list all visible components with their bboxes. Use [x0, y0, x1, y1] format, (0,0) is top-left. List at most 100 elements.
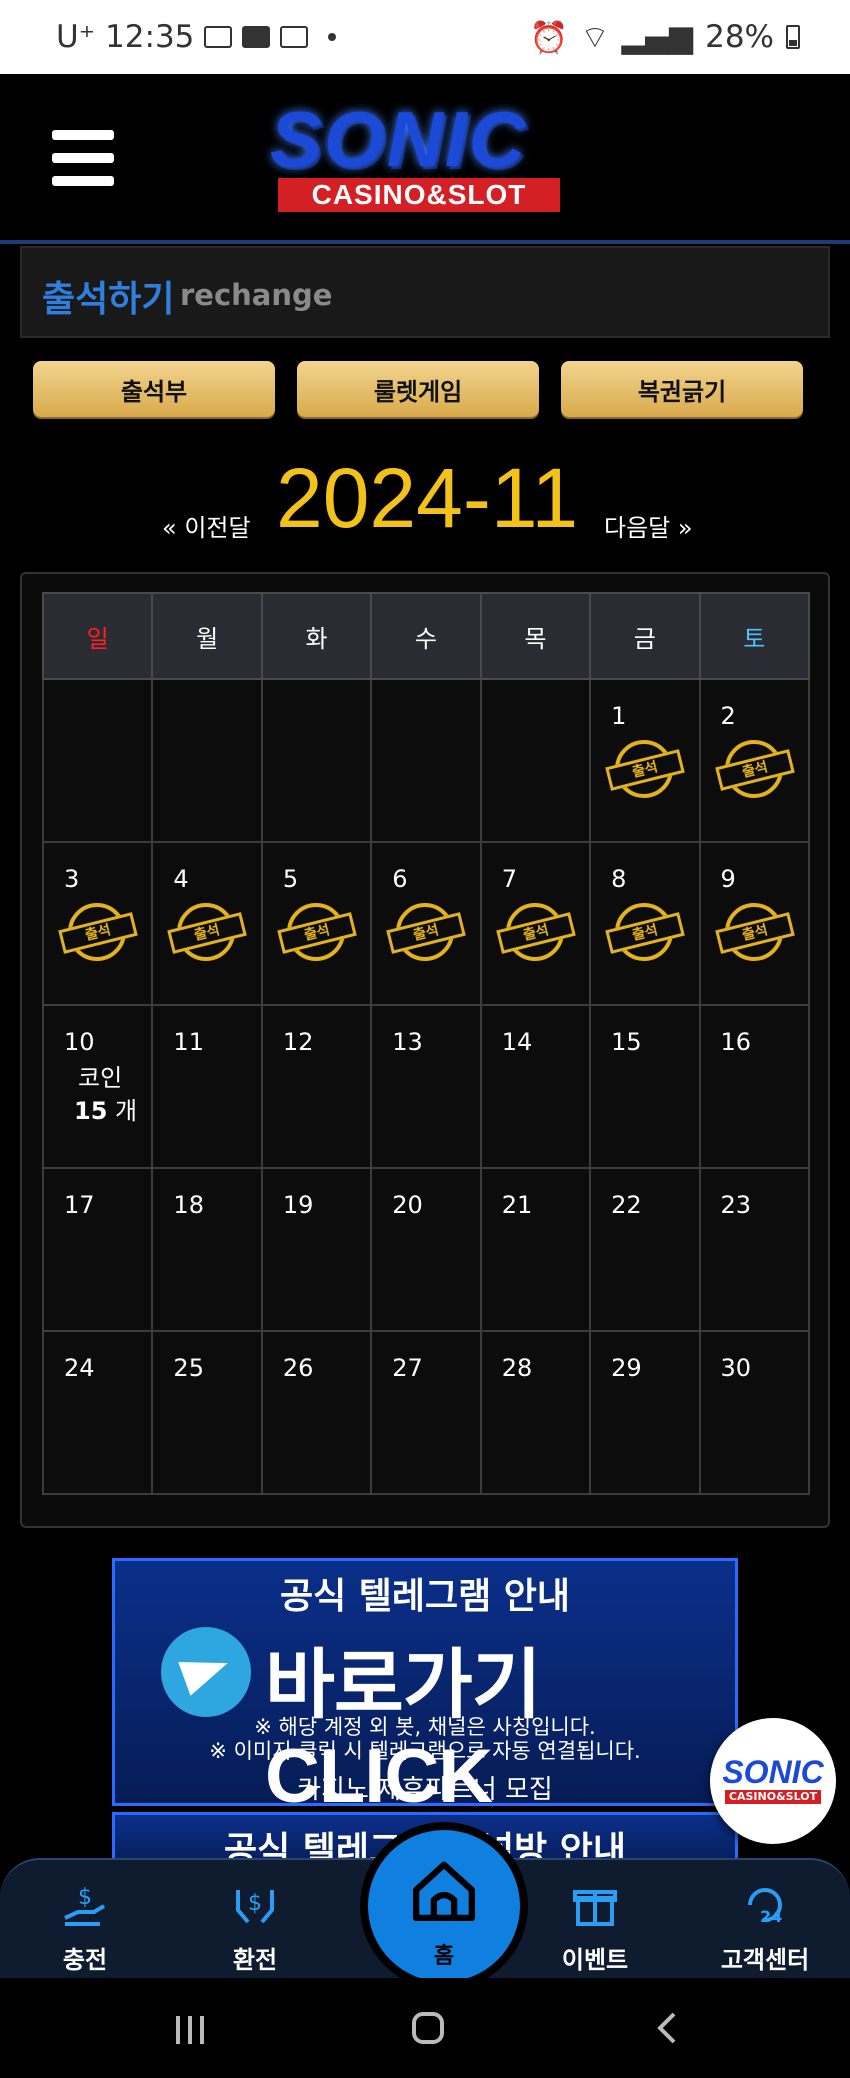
calendar-empty-cell	[479, 678, 592, 843]
calendar-day[interactable]: 1 출석	[589, 678, 701, 843]
tab-scratch-lottery[interactable]: 복권긁기	[561, 361, 803, 417]
tab-roulette[interactable]: 룰렛게임	[297, 361, 539, 417]
float-logo-sub: CASINO&SLOT	[725, 1790, 821, 1804]
attendance-stamp-icon: 출석	[714, 740, 795, 800]
telegram-banner[interactable]: 공식 텔레그램 안내 바로가기 CLICK ※ 해당 계정 외 봇, 채널은 사…	[112, 1558, 738, 1819]
calendar-empty-cell	[260, 678, 373, 843]
calendar-day[interactable]: 12	[260, 1004, 373, 1169]
nav-event[interactable]: 이벤트	[530, 1860, 660, 1980]
day-number: 17	[64, 1191, 95, 1219]
day-number: 6	[392, 865, 408, 893]
calendar-day[interactable]: 5 출석	[260, 841, 373, 1006]
next-month-link[interactable]: 다음달 »	[604, 508, 693, 543]
attendance-calendar: 일월화수목금토 1 출석 2 출석 3 출석 4 출석 5 출석 6 출석 7 출석 8 출석 9 출석 10 코인 1…	[41, 592, 811, 1495]
calendar-day[interactable]: 29	[589, 1330, 701, 1495]
carrier-label: U⁺	[56, 19, 96, 55]
more-notifications-dot	[328, 33, 337, 41]
day-number: 24	[64, 1354, 95, 1382]
calendar-day[interactable]: 13	[370, 1004, 482, 1169]
calendar-empty-cell	[151, 678, 263, 843]
day-number: 18	[173, 1191, 204, 1219]
weekday-2: 화	[260, 592, 373, 680]
calendar-day[interactable]: 6 출석	[370, 841, 482, 1006]
tab-attendance[interactable]: 출석부	[33, 361, 275, 417]
gift-icon	[573, 1890, 617, 1926]
attendance-stamp-icon: 출석	[58, 903, 138, 963]
page-title-bar: 출석하기 rechange	[20, 246, 830, 338]
calendar-day[interactable]: 25	[151, 1330, 263, 1495]
battery-percent: 28%	[705, 19, 774, 55]
menu-icon[interactable]	[52, 130, 114, 186]
calendar-day[interactable]: 19	[260, 1167, 373, 1332]
nav-deposit[interactable]: $ 충전	[20, 1860, 150, 1980]
calendar-day[interactable]: 3 출석	[41, 841, 154, 1006]
day-number: 22	[611, 1191, 642, 1219]
calendar-day[interactable]: 14	[479, 1004, 592, 1169]
attendance-stamp-icon: 출석	[605, 903, 685, 963]
calendar-day[interactable]: 9 출석	[698, 841, 811, 1006]
calendar-day[interactable]: 16	[698, 1004, 811, 1169]
banner-notes: ※ 해당 계정 외 봇, 채널은 사칭입니다. ※ 이미지 클릭 시 텔레그램으…	[115, 1715, 735, 1763]
nav-support-label: 고객센터	[720, 1946, 810, 1974]
day-number: 14	[501, 1028, 533, 1056]
attendance-stamp-icon: 출석	[714, 903, 795, 963]
status-left: U⁺ 12:35	[56, 0, 337, 74]
calendar-week: 3 출석 4 출석 5 출석 6 출석 7 출석 8 출석 9 출석	[41, 841, 811, 1006]
day-number: 29	[611, 1354, 642, 1382]
day-number: 2	[720, 702, 736, 730]
prev-month-link[interactable]: « 이전달	[162, 508, 251, 543]
recent-apps-icon[interactable]	[170, 2008, 210, 2048]
weekday-3: 수	[370, 592, 482, 680]
day-number: 23	[720, 1191, 752, 1219]
calendar-day[interactable]: 4 출석	[151, 841, 263, 1006]
calendar-notification-icon-2	[280, 26, 309, 48]
calendar-day[interactable]: 7 출석	[479, 841, 592, 1006]
floating-logo-button[interactable]: SONIC CASINO&SLOT	[710, 1718, 836, 1844]
home-system-icon[interactable]	[408, 2008, 448, 2048]
calendar-day[interactable]: 21	[479, 1167, 592, 1332]
nav-exchange[interactable]: $ 환전	[190, 1860, 320, 1980]
nav-support[interactable]: 24 고객센터	[700, 1860, 830, 1980]
day-number: 8	[611, 865, 627, 893]
home-icon	[412, 1861, 476, 1922]
calendar-day[interactable]: 23	[698, 1167, 811, 1332]
day-number: 5	[282, 865, 299, 893]
calendar-day[interactable]: 11	[151, 1004, 263, 1169]
calendar-day[interactable]: 26	[260, 1330, 373, 1495]
weekday-header: 일월화수목금토	[41, 592, 811, 680]
weekday-6: 토	[698, 592, 811, 680]
calendar-week: 24 25 26 27 28 29 30	[41, 1330, 811, 1495]
day-number: 27	[392, 1354, 423, 1382]
banner-title: 공식 텔레그램 안내	[279, 1576, 571, 1617]
calendar-day[interactable]: 20	[370, 1167, 482, 1332]
logo-sub-text: CASINO&SLOT	[278, 178, 560, 212]
calendar-day[interactable]: 15	[589, 1004, 701, 1169]
calendar-day[interactable]: 8 출석	[589, 841, 701, 1006]
calendar-day[interactable]: 10 코인 15 개	[41, 1004, 154, 1169]
calendar-day[interactable]: 22	[589, 1167, 701, 1332]
site-logo[interactable]: SONIC CASINO&SLOT	[250, 96, 590, 220]
wifi-icon: ⌔	[580, 19, 610, 56]
calendar-day[interactable]: 27	[370, 1330, 482, 1495]
calendar-day[interactable]: 30	[698, 1330, 811, 1495]
svg-text:$: $	[248, 1891, 262, 1916]
calendar-day[interactable]: 28	[479, 1330, 592, 1495]
banner-note-1: ※ 해당 계정 외 봇, 채널은 사칭입니다.	[254, 1715, 596, 1739]
weekday-5: 금	[589, 592, 701, 680]
calendar-day[interactable]: 24	[41, 1330, 154, 1495]
weekday-4: 목	[479, 592, 592, 680]
coin-label: 코인	[78, 1064, 123, 1092]
nav-home[interactable]: 홈	[360, 1822, 528, 1990]
coin-unit: 개	[115, 1097, 138, 1125]
svg-text:$: $	[78, 1885, 92, 1910]
calendar-day[interactable]: 18	[151, 1167, 263, 1332]
page-title: 출석하기	[42, 279, 175, 320]
banner-note-2: ※ 이미지 클릭 시 텔레그램으로 자동 연결됩니다.	[209, 1739, 641, 1763]
calendar-day[interactable]: 2 출석	[698, 678, 811, 843]
back-icon[interactable]	[648, 2008, 688, 2048]
current-month: 2024-11	[276, 451, 579, 545]
nav-exchange-label: 환전	[232, 1946, 278, 1974]
day-number: 7	[501, 865, 517, 893]
calendar-day[interactable]: 17	[41, 1167, 154, 1332]
nav-deposit-label: 충전	[62, 1946, 108, 1974]
